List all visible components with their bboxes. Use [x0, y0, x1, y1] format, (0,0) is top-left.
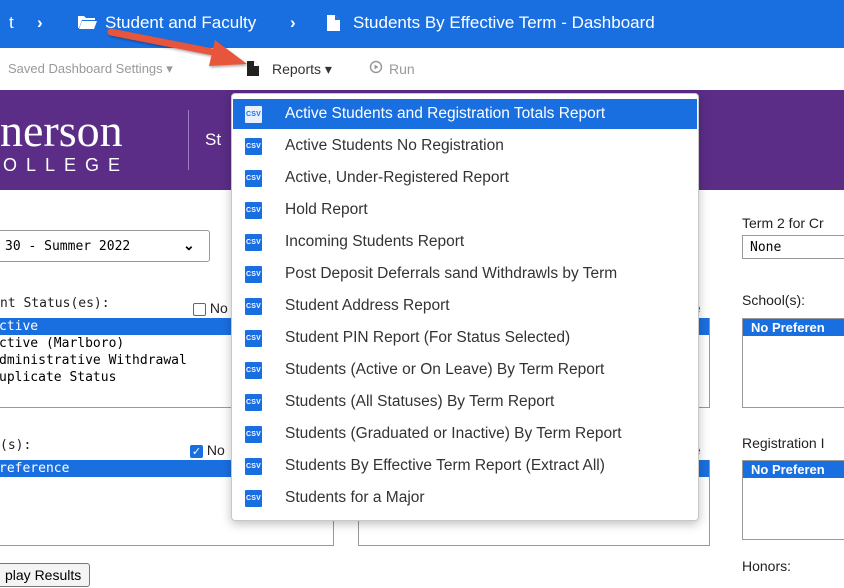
reports-dropdown-menu: CSV Active Students and Registration Tota…: [231, 93, 699, 521]
honors-label: Honors:: [742, 558, 792, 574]
filter-label: (s):: [0, 438, 32, 453]
term2-label: Term 2 for Cr: [742, 215, 824, 231]
term2-select-value: None: [750, 240, 782, 255]
annotation-arrow-icon: [107, 28, 247, 66]
reports-menu-button[interactable]: Reports ▾: [272, 61, 332, 78]
logo-divider: [188, 110, 189, 170]
checkmark-icon: ✓: [190, 444, 203, 458]
breadcrumb-item-dashboard: Students By Effective Term - Dashboard: [353, 13, 655, 32]
status-no-preference-checkbox[interactable]: No: [193, 300, 228, 316]
college-logo-subtitle: OLLEGE: [3, 155, 130, 175]
menu-item-label: Hold Report: [285, 201, 368, 218]
list-item-selected: [699, 318, 709, 335]
checkbox-icon: [193, 302, 206, 316]
menu-item-label: Students for a Major: [285, 489, 425, 506]
csv-icon: CSV: [245, 201, 262, 219]
menu-item-report[interactable]: CSV Post Deposit Deferrals sand Withdrawl…: [233, 259, 697, 289]
menu-item-label: Students (All Statuses) By Term Report: [285, 393, 555, 410]
term-select[interactable]: 30 - Summer 2022 ⌄: [0, 230, 210, 262]
registration-label: Registration I: [742, 435, 825, 451]
csv-icon: CSV: [245, 425, 262, 443]
menu-item-report[interactable]: CSV Incoming Students Report: [233, 227, 697, 257]
csv-icon: CSV: [245, 169, 262, 187]
run-icon: [369, 60, 383, 77]
breadcrumb-separator: ›: [290, 13, 296, 32]
menu-item-report[interactable]: CSV Active Students No Registration: [233, 131, 697, 161]
folder-icon: [77, 14, 97, 35]
run-button[interactable]: Run: [389, 61, 415, 77]
list-item[interactable]: No Preferen: [743, 319, 844, 336]
second-no-preference-checkbox[interactable]: ✓ No: [190, 442, 225, 458]
list-item[interactable]: dministrative Withdrawal: [0, 352, 231, 369]
list-item[interactable]: reference: [0, 460, 233, 477]
csv-icon: CSV: [245, 361, 262, 379]
menu-item-report[interactable]: CSV Students (Graduated or Inactive) By T…: [233, 419, 697, 449]
breadcrumb-item-root[interactable]: t: [9, 13, 14, 33]
menu-item-label: Students (Active or On Leave) By Term Re…: [285, 361, 605, 378]
term2-select[interactable]: None: [742, 235, 844, 259]
menu-item-label: Active, Under-Registered Report: [285, 169, 509, 186]
status-label: nt Status(es):: [0, 296, 110, 311]
term-select-value: 30 - Summer 2022: [5, 239, 131, 254]
csv-icon: CSV: [245, 233, 262, 251]
list-item-selected: [699, 460, 709, 477]
menu-item-label: Active Students No Registration: [285, 137, 504, 154]
menu-item-label: Incoming Students Report: [285, 233, 465, 250]
csv-icon: CSV: [245, 297, 262, 315]
registration-listbox[interactable]: No Preferen: [742, 460, 844, 540]
list-item[interactable]: ctive: [0, 318, 231, 335]
list-item[interactable]: ctive (Marlboro): [0, 335, 231, 352]
menu-item-report[interactable]: CSV Student Address Report: [233, 291, 697, 321]
menu-item-label: Students By Effective Term Report (Extra…: [285, 457, 605, 474]
csv-icon: CSV: [245, 137, 262, 155]
menu-item-report[interactable]: CSV Hold Report: [233, 195, 697, 225]
menu-item-report[interactable]: CSV Active, Under-Registered Report: [233, 163, 697, 193]
banner-title: St: [205, 130, 222, 149]
menu-item-report[interactable]: CSV Students for a Major: [233, 483, 697, 513]
menu-item-label: Student Address Report: [285, 297, 450, 314]
csv-icon: CSV: [245, 329, 262, 347]
status-listbox[interactable]: ctive ctive (Marlboro) dministrative Wit…: [0, 318, 232, 408]
list-item[interactable]: uplicate Status: [0, 369, 231, 386]
breadcrumb-separator: ›: [37, 13, 43, 32]
caret-down-icon: ▾: [324, 61, 332, 77]
csv-icon: CSV: [245, 489, 262, 507]
menu-item-report[interactable]: CSV Active Students and Registration Tota…: [233, 99, 697, 129]
menu-item-label: Student PIN Report (For Status Selected): [285, 329, 571, 346]
display-results-button[interactable]: play Results: [0, 563, 91, 587]
school-label: School(s):: [742, 292, 806, 308]
second-no-preference-label: No: [206, 442, 225, 458]
menu-item-report[interactable]: CSV Student PIN Report (For Status Select…: [233, 323, 697, 353]
list-item[interactable]: No Preferen: [743, 461, 844, 478]
menu-item-report[interactable]: CSV Students By Effective Term Report (Ex…: [233, 451, 697, 481]
reports-label: Reports: [272, 61, 322, 77]
csv-icon: CSV: [245, 105, 262, 123]
csv-icon: CSV: [245, 265, 262, 283]
menu-item-label: Students (Graduated or Inactive) By Term…: [285, 425, 622, 442]
status-no-preference-label: No: [209, 300, 228, 316]
menu-item-label: Post Deposit Deferrals sand Withdrawls b…: [285, 265, 618, 282]
csv-icon: CSV: [245, 393, 262, 411]
document-icon: [327, 15, 340, 36]
csv-icon: CSV: [245, 457, 262, 475]
menu-item-report[interactable]: CSV Students (Active or On Leave) By Term…: [233, 355, 697, 385]
school-listbox[interactable]: No Preferen: [742, 318, 844, 408]
menu-item-label: Active Students and Registration Totals …: [285, 105, 606, 122]
college-logo-name: nerson: [0, 105, 123, 156]
menu-item-report[interactable]: CSV Students (All Statuses) By Term Repor…: [233, 387, 697, 417]
chevron-down-icon: ⌄: [183, 237, 195, 253]
